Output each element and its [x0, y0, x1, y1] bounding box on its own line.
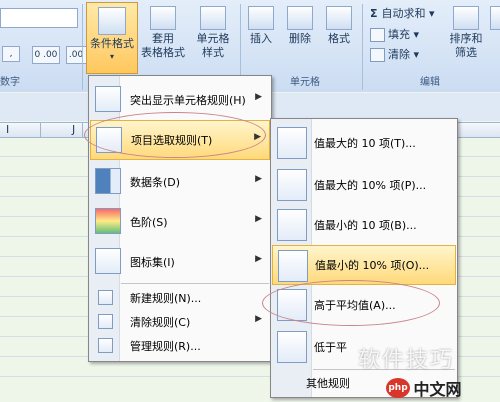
menu-item-top-10-percent[interactable]: 值最大的 10% 项(P)...: [272, 165, 456, 203]
clear-rules-icon: [98, 314, 113, 329]
find-icon: [490, 6, 500, 30]
menu-item-label: 数据条(D): [130, 176, 181, 189]
menu-item-label: 清除规则(C): [130, 316, 191, 329]
watermark-logo: php 中文网: [386, 376, 498, 400]
divider: [82, 122, 83, 137]
conditional-format-icon: [98, 7, 126, 35]
clear-label: 清除: [388, 48, 410, 61]
menu-item-label: 管理规则(R)...: [130, 340, 201, 353]
watermark-logo-text: 中文网: [413, 380, 462, 399]
comma-style-icon[interactable]: ,: [2, 46, 20, 62]
icon-sets-icon: [95, 248, 121, 274]
divider: [40, 122, 41, 137]
group-cells-label: 单元格: [290, 77, 320, 88]
chevron-right-icon: ▶: [255, 214, 262, 224]
menu-item-icon-sets[interactable]: 图标集(I) ▶: [90, 242, 270, 280]
highlight-cells-icon: [95, 86, 121, 112]
format-as-table-button[interactable]: 套用 表格格式: [140, 4, 186, 60]
menu-item-manage-rules[interactable]: 管理规则(R)...: [90, 334, 270, 356]
sort-filter-icon: [453, 6, 479, 30]
sort-filter-label: 排序和 筛选: [449, 32, 483, 59]
below-average-icon: [277, 331, 307, 363]
menu-item-label: 值最大的 10 项(T)...: [314, 137, 416, 150]
annotation-oval: [84, 112, 266, 158]
insert-label: 插入: [250, 32, 272, 45]
cell-styles-button[interactable]: 单元格 样式: [190, 4, 236, 60]
format-table-icon: [150, 6, 176, 30]
column-header-i[interactable]: I: [6, 123, 9, 136]
chevron-right-icon: ▶: [255, 314, 262, 324]
divider: [82, 4, 83, 90]
divider: [362, 4, 363, 90]
menu-item-label: 色阶(S): [130, 216, 168, 229]
chevron-right-icon: ▶: [255, 254, 262, 264]
sort-filter-button[interactable]: 排序和 筛选: [444, 4, 488, 60]
autosum-button[interactable]: Σ 自动求和 ▾: [370, 6, 435, 22]
format-as-table-label: 套用 表格格式: [141, 32, 185, 59]
chevron-right-icon: ▶: [255, 174, 262, 184]
column-header-j[interactable]: J: [72, 123, 75, 136]
clear-button[interactable]: 清除 ▾: [370, 47, 419, 63]
format-label: 格式: [328, 32, 350, 45]
menu-item-label: 值最小的 10% 项(O)...: [315, 259, 430, 272]
chevron-right-icon: ▶: [255, 92, 262, 102]
watermark-text: 软件技巧: [358, 348, 455, 373]
fill-label: 填充: [388, 28, 410, 41]
new-rule-icon: [98, 290, 113, 305]
menu-item-data-bars[interactable]: 数据条(D) ▶: [90, 162, 270, 200]
annotation-oval: [262, 280, 440, 326]
fill-button[interactable]: 填充 ▾: [370, 27, 419, 43]
insert-button[interactable]: 插入: [244, 4, 278, 46]
menu-item-bottom-10-percent[interactable]: 值最小的 10% 项(O)...: [272, 245, 456, 285]
increase-decimal-button[interactable]: 0 .00: [31, 46, 61, 64]
php-logo-icon: php: [386, 378, 410, 398]
bottom-10-icon: [277, 209, 307, 241]
top-10-icon: [277, 127, 307, 159]
menu-item-bottom-10[interactable]: 值最小的 10 项(B)...: [272, 205, 456, 243]
cell-styles-label: 单元格 样式: [196, 32, 230, 59]
number-format-dropdown[interactable]: [0, 8, 78, 28]
bottom-10-percent-icon: [278, 250, 308, 282]
menu-item-new-rule[interactable]: 新建规则(N)...: [90, 286, 270, 308]
sigma-icon: Σ: [370, 7, 378, 20]
chevron-down-icon: ▾: [109, 52, 114, 61]
format-button[interactable]: 格式: [322, 4, 356, 46]
top-10-percent-icon: [277, 169, 307, 201]
find-select-button[interactable]: [490, 4, 500, 32]
menu-item-top-10[interactable]: 值最大的 10 项(T)...: [272, 123, 456, 161]
group-number-label: 数字: [0, 77, 20, 88]
delete-label: 删除: [289, 32, 311, 45]
group-edit-label: 编辑: [420, 77, 440, 88]
menu-item-label: 其他规则: [306, 377, 350, 390]
eraser-icon: [370, 48, 385, 62]
menu-item-color-scales[interactable]: 色阶(S) ▶: [90, 202, 270, 240]
menu-item-clear-rules[interactable]: 清除规则(C) ▶: [90, 310, 270, 332]
autosum-label: 自动求和: [381, 7, 426, 20]
menu-item-label: 值最小的 10 项(B)...: [314, 219, 417, 232]
delete-button[interactable]: 删除: [283, 4, 317, 46]
delete-cells-icon: [287, 6, 313, 30]
insert-cells-icon: [248, 6, 274, 30]
data-bars-icon: [95, 168, 121, 194]
menu-item-label: 新建规则(N)...: [130, 292, 202, 305]
format-cells-icon: [326, 6, 352, 30]
menu-item-label: 值最大的 10% 项(P)...: [314, 179, 427, 192]
menu-item-label: 图标集(I): [130, 256, 175, 269]
conditional-format-button[interactable]: 条件格式 ▾: [86, 2, 138, 74]
cell-styles-icon: [200, 6, 226, 30]
manage-rules-icon: [98, 338, 113, 353]
menu-separator: [121, 283, 269, 284]
menu-item-label: 低于平: [314, 341, 347, 354]
fill-down-icon: [370, 28, 385, 42]
menu-item-label: 突出显示单元格规则(H): [130, 94, 246, 107]
color-scales-icon: [95, 208, 121, 234]
conditional-format-label: 条件格式: [90, 37, 134, 50]
